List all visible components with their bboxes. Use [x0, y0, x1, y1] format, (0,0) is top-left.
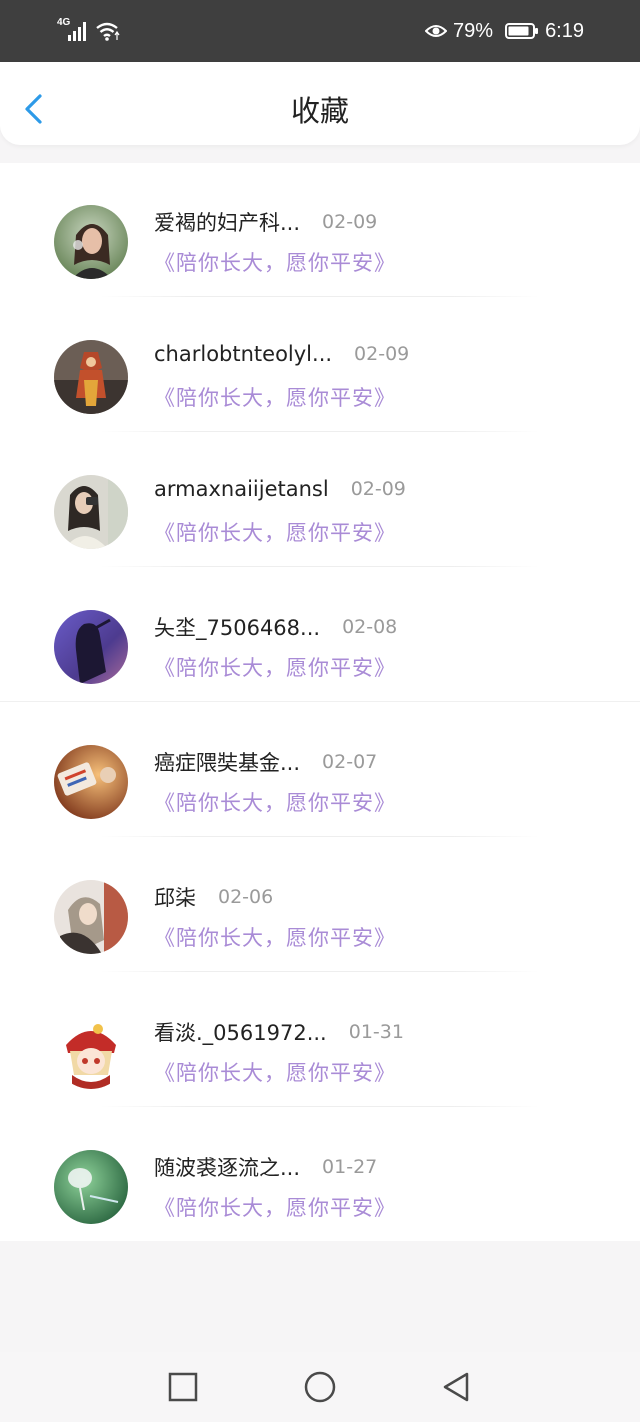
- avatar[interactable]: [54, 205, 128, 279]
- list-item[interactable]: armaxnaiijetansl 02-09 《陪你长大，愿你平安》: [0, 433, 640, 568]
- avatar[interactable]: [54, 610, 128, 684]
- list-item[interactable]: charlobtnteolyl... 02-09 《陪你长大，愿你平安》: [0, 298, 640, 433]
- page-title: 收藏: [290, 94, 349, 128]
- home-icon[interactable]: [303, 1370, 337, 1404]
- divider: [0, 701, 640, 702]
- user-name: 爱褐的妇产科...: [154, 211, 301, 235]
- list-item[interactable]: 随波裘逐流之... 01-27 《陪你长大，愿你平安》: [0, 1108, 640, 1243]
- item-title: 《陪你长大，愿你平安》: [154, 791, 396, 815]
- avatar[interactable]: [54, 880, 128, 954]
- user-name: 看淡._0561972...: [154, 1021, 327, 1045]
- item-title: 《陪你长大，愿你平安》: [154, 521, 396, 545]
- user-name: 随波裘逐流之...: [154, 1156, 301, 1180]
- favorites-list: 爱褐的妇产科... 02-09 《陪你长大，愿你平安》 charlobtnteo…: [0, 163, 640, 1241]
- eye-icon: [425, 25, 448, 37]
- item-title: 《陪你长大，愿你平安》: [154, 656, 396, 680]
- item-date: 02-09: [322, 211, 378, 233]
- clock: 6:19: [545, 19, 584, 42]
- item-title: 《陪你长大，愿你平安》: [154, 926, 396, 950]
- divider: [100, 431, 540, 432]
- user-name: 邱柒: [154, 886, 196, 910]
- avatar[interactable]: [54, 1150, 128, 1224]
- divider: [100, 836, 540, 837]
- battery-percent: 79%: [453, 19, 494, 42]
- status-bar: 4G 79% 6:19: [0, 0, 640, 62]
- divider: [100, 1106, 540, 1107]
- item-title: 《陪你长大，愿你平安》: [154, 1061, 396, 1085]
- header: 收藏: [0, 62, 640, 145]
- list-item[interactable]: 邱柒 02-06 《陪你长大，愿你平安》: [0, 838, 640, 973]
- avatar[interactable]: [54, 745, 128, 819]
- item-title: 《陪你长大，愿你平安》: [154, 251, 396, 275]
- signal-icon: [68, 22, 86, 41]
- user-name: armaxnaiijetansl: [154, 477, 329, 501]
- divider: [100, 566, 540, 567]
- item-date: 01-31: [348, 1021, 404, 1043]
- item-date: 02-08: [342, 616, 398, 638]
- item-date: 02-07: [322, 751, 378, 773]
- avatar[interactable]: [54, 1015, 128, 1089]
- recent-apps-icon[interactable]: [166, 1370, 200, 1404]
- item-date: 02-09: [354, 343, 410, 365]
- battery-icon: [505, 23, 539, 39]
- wifi-icon: [96, 22, 120, 41]
- user-name: 夨坔_7506468...: [154, 616, 321, 640]
- avatar[interactable]: [54, 475, 128, 549]
- list-item[interactable]: 夨坔_7506468... 02-08 《陪你长大，愿你平安》: [0, 568, 640, 703]
- back-icon[interactable]: [439, 1370, 473, 1404]
- list-item[interactable]: 爱褐的妇产科... 02-09 《陪你长大，愿你平安》: [0, 163, 640, 298]
- divider: [100, 296, 540, 297]
- item-date: 02-09: [350, 478, 406, 500]
- item-date: 02-06: [218, 886, 274, 908]
- system-nav-bar: [0, 1352, 640, 1422]
- item-date: 01-27: [322, 1156, 378, 1178]
- user-name: charlobtnteolyl...: [154, 342, 333, 366]
- divider: [100, 971, 540, 972]
- avatar[interactable]: [54, 340, 128, 414]
- item-title: 《陪你长大，愿你平安》: [154, 386, 396, 410]
- item-title: 《陪你长大，愿你平安》: [154, 1196, 396, 1220]
- list-item[interactable]: 看淡._0561972... 01-31 《陪你长大，愿你平安》: [0, 973, 640, 1108]
- list-item[interactable]: 癌症隈奘基金... 02-07 《陪你长大，愿你平安》: [0, 703, 640, 838]
- user-name: 癌症隈奘基金...: [154, 751, 301, 775]
